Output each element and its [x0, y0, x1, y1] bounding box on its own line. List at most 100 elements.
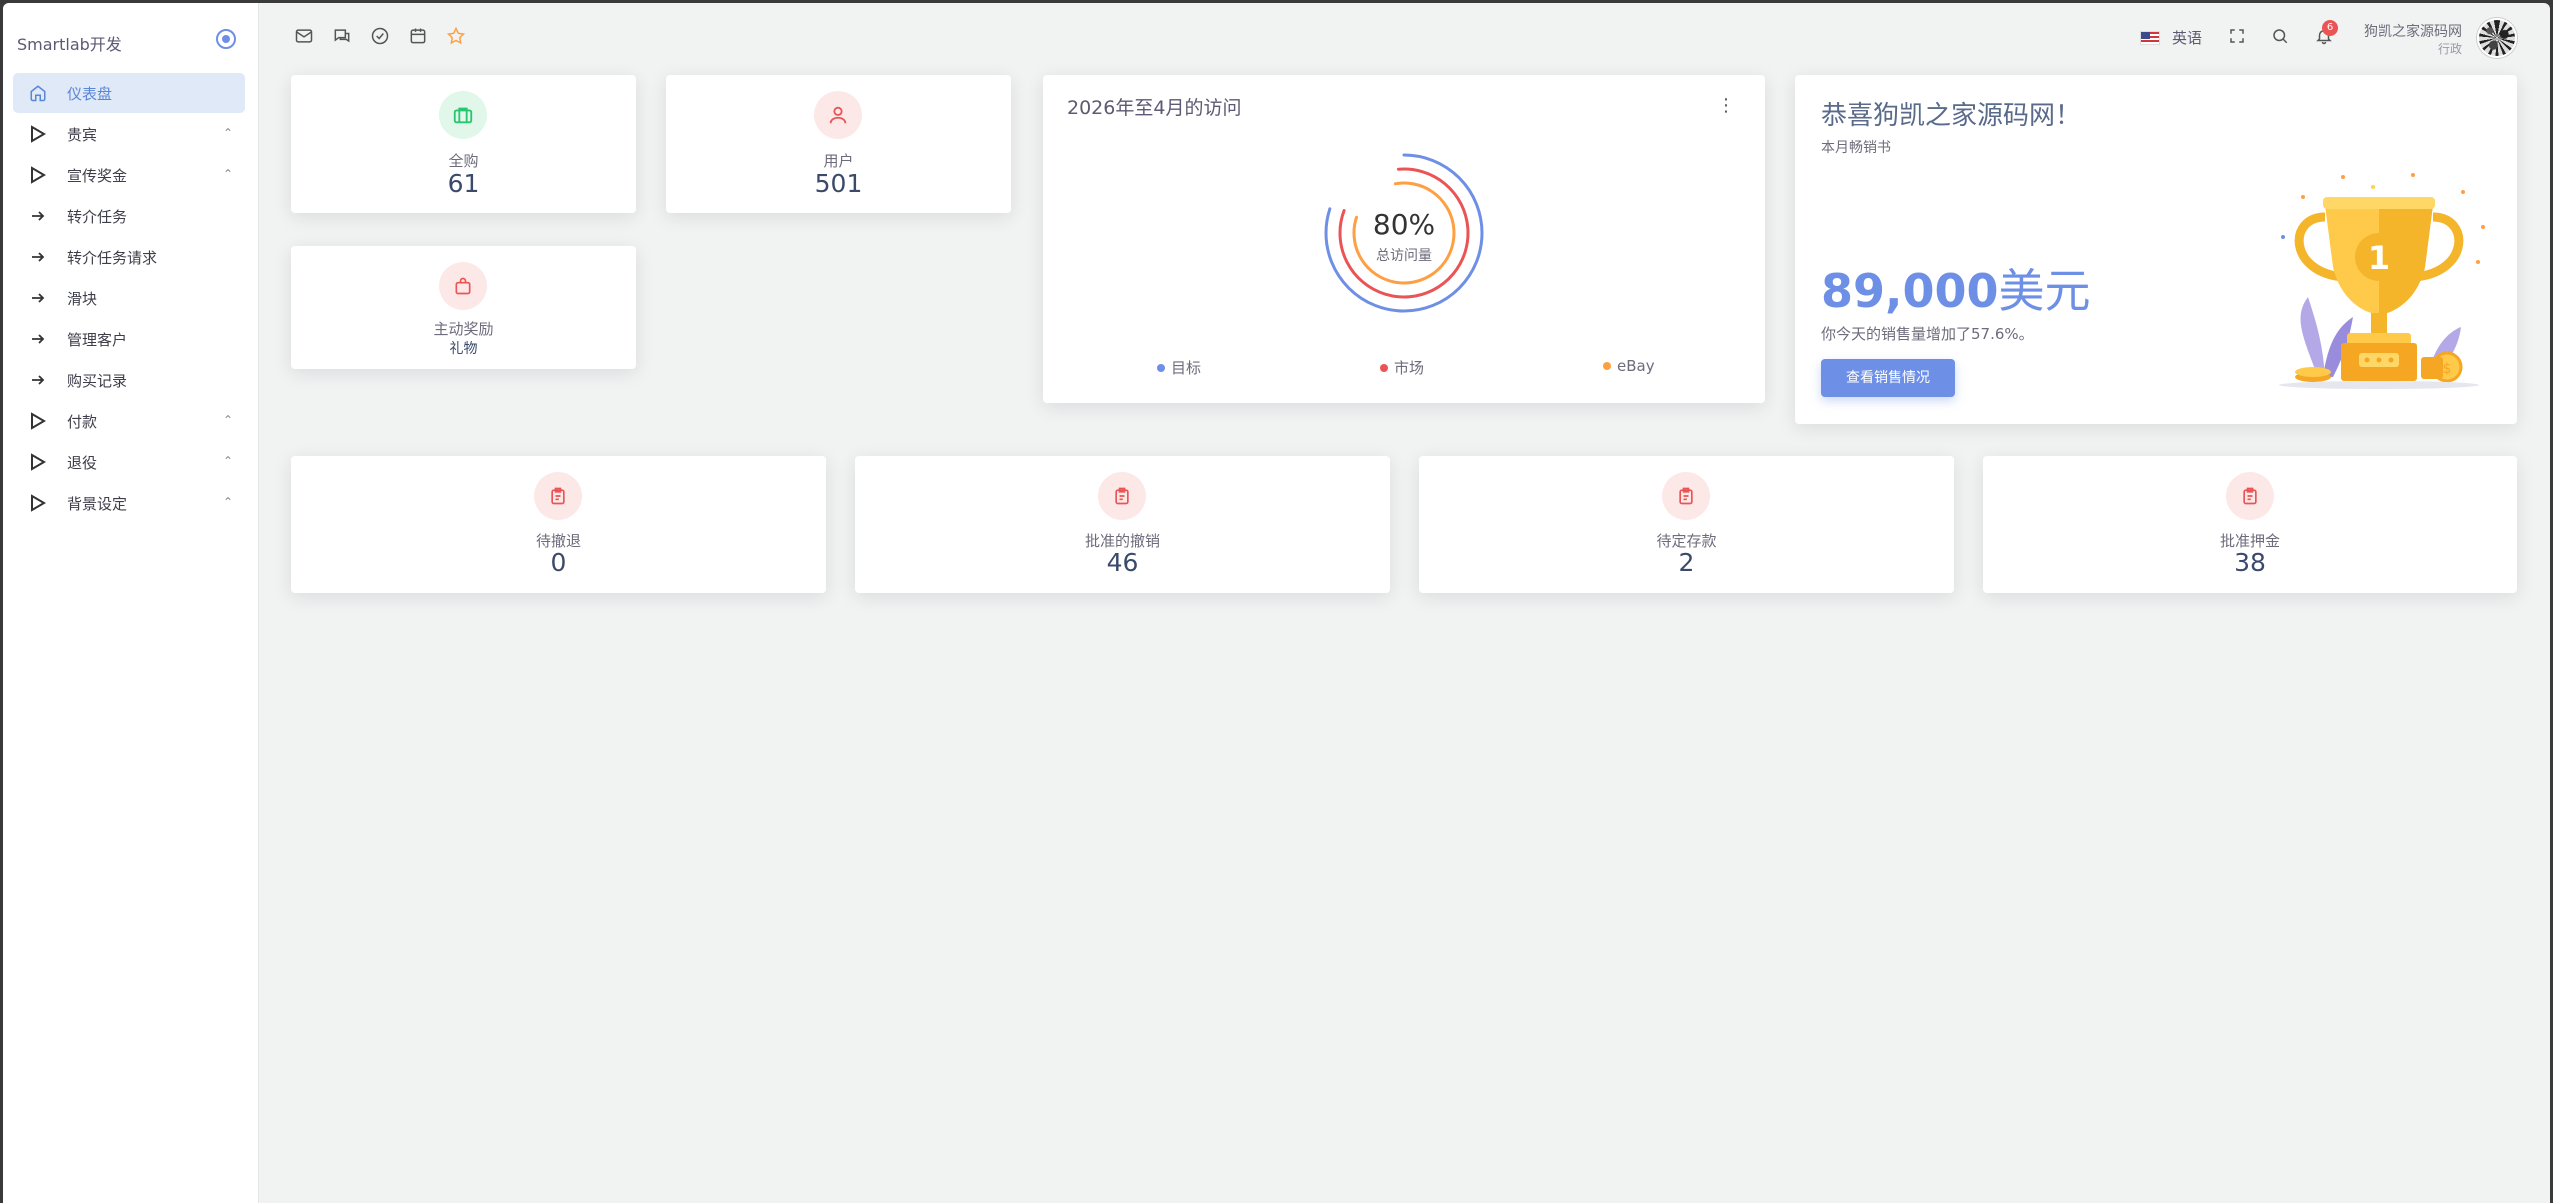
more-vertical-icon[interactable]: ⋮	[1717, 95, 1735, 116]
stat-card-users: 用户 501	[666, 75, 1011, 213]
chevron-up-icon: ⌃	[222, 167, 233, 181]
notification-badge: 6	[2322, 20, 2338, 36]
sidebar-item-label: 背景设定	[67, 494, 128, 513]
trophy-illustration-icon: 1 $	[2279, 173, 2485, 389]
legend-dot	[1157, 363, 1165, 372]
promo-note: 你今天的销售量增加了57.6%。	[1821, 325, 2034, 343]
sidebar-item-purchase-records[interactable]: 购买记录	[13, 360, 245, 400]
star-icon[interactable]	[445, 25, 467, 47]
sidebar-item-referral-tasks[interactable]: 转介任务	[13, 196, 245, 236]
arrow-right-icon	[27, 328, 49, 350]
sidebar-item-slider[interactable]: 滑块	[13, 278, 245, 318]
avatar[interactable]	[2477, 18, 2517, 58]
stat-card-pending-withdrawal: 待撤退 0	[291, 456, 826, 593]
promo-amount-value: 89,000	[1821, 264, 1999, 318]
sidebar-item-label: 滑块	[67, 289, 98, 308]
arrow-right-icon	[27, 205, 49, 227]
arrow-right-icon	[27, 287, 49, 309]
legend-label: 市场	[1394, 359, 1425, 377]
promo-subtitle: 本月畅销书	[1821, 140, 1891, 156]
legend-item-target: 目标	[1157, 357, 1201, 378]
check-circle-icon[interactable]	[369, 25, 391, 47]
sidebar-item-dashboard[interactable]: 仪表盘	[13, 73, 245, 113]
stat-label: 用户	[823, 152, 854, 170]
legend-label: eBay	[1617, 357, 1655, 375]
chevron-up-icon: ⌃	[222, 126, 233, 140]
sidebar-item-payments[interactable]: 付款 ⌃	[13, 401, 245, 441]
radial-center-label: 总访问量	[1376, 248, 1432, 264]
radial-center-value: 80%	[1372, 208, 1436, 241]
sidebar-item-label: 付款	[67, 412, 98, 431]
play-icon	[27, 123, 49, 145]
us-flag-icon	[2140, 30, 2160, 45]
clipboard-icon	[534, 472, 582, 520]
sidebar-item-background-settings[interactable]: 背景设定 ⌃	[13, 483, 245, 523]
stat-card-total-purchase: 全购 61	[291, 75, 636, 213]
stat-label: 主动奖励	[433, 320, 494, 338]
sidebar-item-label: 购买记录	[67, 371, 128, 390]
sidebar-item-label: 管理客户	[67, 330, 128, 349]
language-selector[interactable]: 英语	[2140, 27, 2202, 48]
chevron-up-icon: ⌃	[222, 495, 233, 509]
promo-amount: 89,000美元	[1821, 255, 2091, 321]
stat-value: 38	[2234, 548, 2266, 577]
shopping-bag-icon	[439, 262, 487, 310]
sidebar: Smartlab开发 仪表盘 贵宾 ⌃ 宣传奖金 ⌃ 转介任务 转介任务请求 滑…	[3, 3, 259, 1203]
legend-dot	[1603, 362, 1611, 370]
sidebar-item-manage-customers[interactable]: 管理客户	[13, 319, 245, 359]
sidebar-item-vip[interactable]: 贵宾 ⌃	[13, 114, 245, 154]
view-sales-button[interactable]: 查看销售情况	[1821, 359, 1955, 397]
legend-item-market: 市场	[1380, 357, 1424, 378]
clipboard-icon	[2226, 472, 2274, 520]
legend-item-ebay: eBay	[1603, 357, 1655, 375]
svg-text:1: 1	[2368, 239, 2390, 277]
sidebar-item-label: 转介任务请求	[67, 248, 158, 267]
stat-card-approved-withdrawal: 批准的撤销 46	[855, 456, 1390, 593]
promo-amount-unit: 美元	[1998, 264, 2091, 318]
stat-card-pending-deposit: 待定存款 2	[1419, 456, 1954, 593]
briefcase-icon	[439, 91, 487, 139]
legend-dot	[1380, 363, 1388, 372]
sidebar-item-label: 退役	[67, 453, 98, 472]
sidebar-item-label: 仪表盘	[67, 84, 113, 103]
stat-value: 2	[1678, 548, 1695, 577]
sidebar-item-label: 贵宾	[67, 125, 98, 144]
stat-card-active-rewards: 主动奖励 礼物	[291, 246, 636, 369]
visits-chart-card: 2026年至4月的访问 ⋮ 80% 总访问量 目标 市场 eBay	[1043, 75, 1765, 403]
clipboard-icon	[1662, 472, 1710, 520]
chat-icon[interactable]	[331, 25, 353, 47]
play-icon	[27, 164, 49, 186]
arrow-right-icon	[27, 369, 49, 391]
congratulations-card: 恭喜狗凯之家源码网！ 本月畅销书 89,000美元 你今天的销售量增加了57.6…	[1795, 75, 2517, 424]
stat-value: 501	[814, 169, 863, 198]
sidebar-item-label: 宣传奖金	[67, 166, 128, 185]
user-icon	[814, 91, 862, 139]
sidebar-toggle-icon[interactable]	[216, 29, 236, 49]
calendar-icon[interactable]	[407, 25, 429, 47]
chart-title: 2026年至4月的访问	[1067, 97, 1242, 119]
sidebar-item-retire[interactable]: 退役 ⌃	[13, 442, 245, 482]
sidebar-item-promo-bonus[interactable]: 宣传奖金 ⌃	[13, 155, 245, 195]
app-window: Smartlab开发 仪表盘 贵宾 ⌃ 宣传奖金 ⌃ 转介任务 转介任务请求 滑…	[3, 3, 2550, 1203]
stat-value: 46	[1106, 548, 1139, 577]
brand-name[interactable]: Smartlab开发	[17, 31, 122, 55]
legend-label: 目标	[1171, 359, 1202, 377]
user-role: 行政	[2437, 42, 2462, 56]
play-icon	[27, 492, 49, 514]
user-name[interactable]: 狗凯之家源码网	[2364, 21, 2462, 41]
fullscreen-icon[interactable]	[2226, 25, 2248, 47]
promo-title: 恭喜狗凯之家源码网！	[1821, 101, 2082, 131]
clipboard-icon	[1098, 472, 1146, 520]
chevron-up-icon: ⌃	[222, 413, 233, 427]
language-label: 英语	[2172, 29, 2203, 47]
stat-value: 礼物	[449, 341, 478, 357]
play-icon	[27, 410, 49, 432]
stat-value: 0	[550, 548, 567, 577]
search-icon[interactable]	[2269, 25, 2291, 47]
svg-text:$: $	[2443, 361, 2452, 377]
sidebar-item-referral-requests[interactable]: 转介任务请求	[13, 237, 245, 277]
stat-card-approved-deposit: 批准押金 38	[1983, 456, 2517, 593]
mail-icon[interactable]	[293, 25, 315, 47]
sidebar-item-label: 转介任务	[67, 207, 128, 226]
arrow-right-icon	[27, 246, 49, 268]
